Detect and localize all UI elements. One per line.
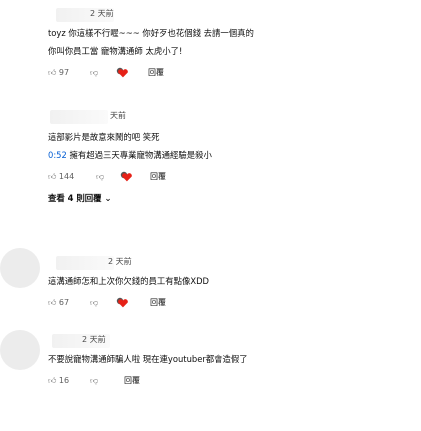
comment-time[interactable]: 2 天前 (90, 6, 114, 22)
author-name-redacted[interactable] (50, 110, 108, 124)
comment-body: 2 天前 這溝通師怎和上次你欠錢的員工有點像XDD 👍︎ 67 👎︎ 回覆 (48, 254, 209, 312)
like-count: 144 (58, 172, 75, 181)
view-replies-label: 查看 4 則回覆 (48, 193, 102, 203)
comment-meta: 2 天前 (48, 6, 254, 22)
creator-heart-icon (116, 67, 130, 86)
creator-heart-icon (120, 171, 134, 190)
reply-button[interactable]: 回覆 (148, 64, 164, 82)
thumbs-down-icon[interactable]: 👎︎ (90, 64, 98, 82)
comment-text-line: 你叫你員工當 寵物溝通師 太虎小了! (48, 46, 183, 56)
comment-text-line: 不要說寵物溝通師騙人啦 現在連youtuber都會造假了 (48, 354, 248, 364)
comment-actions: 👍︎ 97 👎︎ 回覆 (48, 64, 254, 82)
like-button[interactable]: 👍︎ 16 (48, 372, 69, 390)
reply-button[interactable]: 回覆 (150, 294, 166, 312)
comment-time[interactable]: 2 天前 (108, 254, 132, 270)
comment-text-line: 這溝通師怎和上次你欠錢的員工有點像XDD (48, 276, 210, 286)
like-button[interactable]: 👍︎ 97 (48, 64, 69, 82)
avatar[interactable] (0, 248, 40, 288)
author-name-redacted[interactable] (56, 256, 114, 270)
thumbs-up-icon: 👍︎ (48, 298, 57, 307)
like-count: 67 (58, 298, 70, 307)
avatar[interactable] (0, 330, 40, 370)
comment-body: 天前 這部影片是故意來鬧的吧 笑死 0:52 擁有超過三天專業寵物溝通經驗是殺小… (48, 108, 212, 206)
comment-text-after-timestamp: 擁有超過三天專業寵物溝通經驗是殺小 (69, 150, 212, 160)
comment-actions: 👍︎ 67 👎︎ 回覆 (48, 294, 209, 312)
comment-text-line: 0:52 擁有超過三天專業寵物溝通經驗是殺小 (48, 146, 212, 164)
thumbs-up-icon: 👍︎ (48, 172, 57, 181)
comment-meta: 2 天前 (48, 254, 209, 270)
comment-actions: 👍︎ 16 👎︎ 回覆 (48, 372, 248, 390)
like-button[interactable]: 👍︎ 144 (48, 168, 74, 186)
view-replies-button[interactable]: 查看 4 則回覆 ⌄ (48, 190, 212, 206)
comment-text-line: toyz 你這樣不行喔~~~ 你好歹也花個錢 去請一個真的 (48, 28, 254, 38)
comment-time[interactable]: 2 天前 (82, 332, 106, 348)
creator-heart-icon (116, 297, 130, 316)
thumbs-up-icon: 👍︎ (48, 376, 57, 385)
comment-body: 2 天前 toyz 你這樣不行喔~~~ 你好歹也花個錢 去請一個真的 你叫你員工… (48, 6, 254, 82)
comment-time[interactable]: 天前 (110, 108, 126, 124)
comment-actions: 👍︎ 144 👎︎ 回覆 (48, 168, 212, 186)
chevron-down-icon: ⌄ (104, 193, 112, 203)
video-timestamp-link[interactable]: 0:52 (48, 150, 67, 160)
comment-text-line: 這部影片是故意來鬧的吧 笑死 (48, 132, 160, 142)
thumbs-up-icon: 👍︎ (48, 68, 57, 77)
comment-meta: 天前 (48, 108, 212, 124)
thumbs-down-icon[interactable]: 👎︎ (90, 372, 98, 390)
like-count: 97 (58, 68, 70, 77)
thumbs-down-icon[interactable]: 👎︎ (90, 294, 98, 312)
thumbs-down-icon[interactable]: 👎︎ (96, 168, 104, 186)
reply-button[interactable]: 回覆 (150, 168, 166, 186)
like-count: 16 (58, 376, 70, 385)
comment-meta: 2 天前 (48, 332, 248, 348)
comment-body: 2 天前 不要說寵物溝通師騙人啦 現在連youtuber都會造假了 👍︎ 16 … (48, 332, 248, 390)
like-button[interactable]: 👍︎ 67 (48, 294, 69, 312)
reply-button[interactable]: 回覆 (124, 372, 140, 390)
